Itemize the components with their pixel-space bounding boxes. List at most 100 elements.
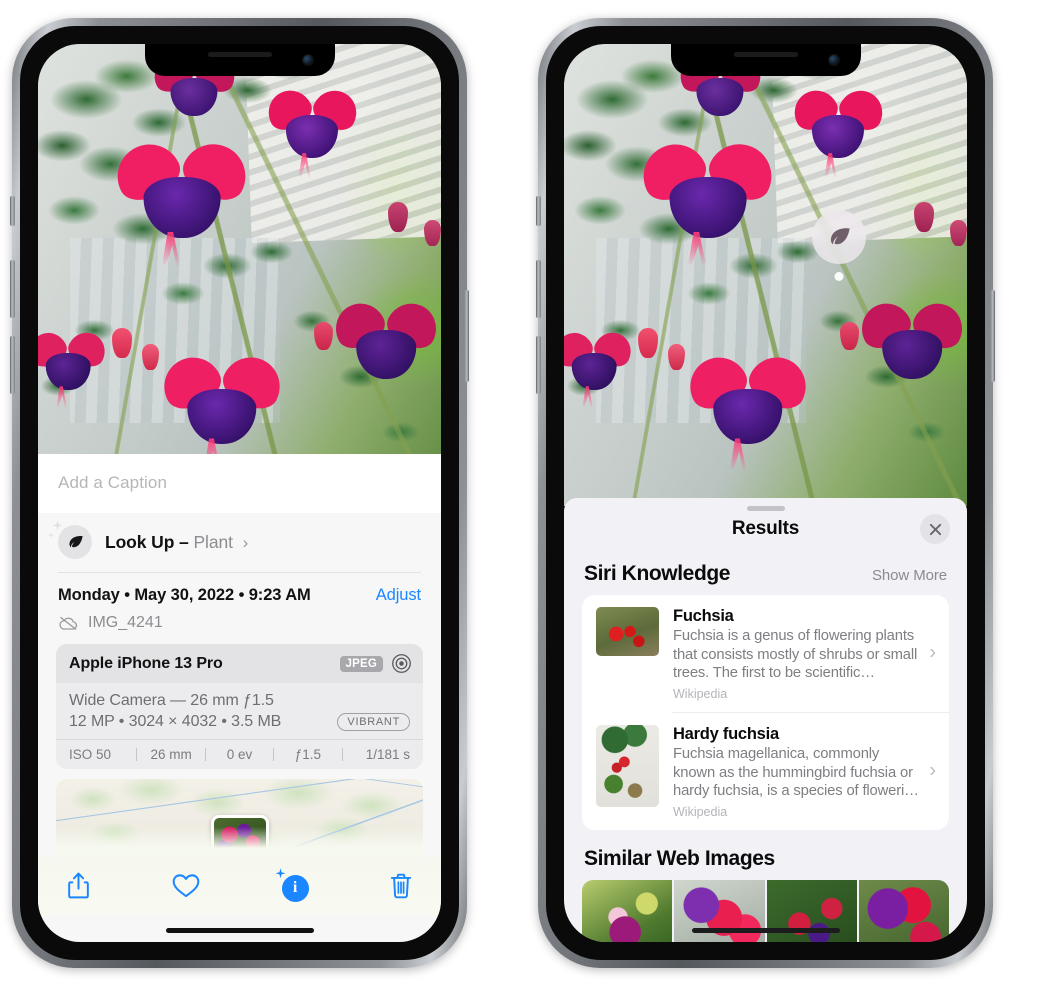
exif-ev: 0 ev (226, 747, 253, 762)
image-size-info: 12 MP • 3024 × 4032 • 3.5 MB (69, 713, 282, 730)
result-thumbnail (596, 607, 659, 656)
flower (166, 354, 278, 472)
flower-bud (638, 328, 658, 358)
home-indicator[interactable] (165, 928, 314, 933)
filename-value: IMG_4241 (88, 614, 163, 631)
flower-bud (950, 220, 967, 246)
photo-viewer[interactable] (564, 44, 967, 506)
flower (864, 300, 960, 384)
exif-aperture: ƒ1.5 (294, 747, 322, 762)
page-title: Results (731, 518, 800, 539)
similar-web-images-header: Similar Web Images (564, 830, 967, 880)
caption-input[interactable]: Add a Caption (38, 454, 441, 513)
flower (38, 330, 104, 409)
flower-bud (840, 322, 859, 350)
result-thumbnail (596, 724, 659, 807)
iphone-device-left: .fl .sep::before,.fl .sep::after{backgro… (10, 18, 469, 968)
leaf-icon[interactable] (812, 210, 866, 264)
photo-viewer[interactable]: .fl .sep::before,.fl .sep::after{backgro… (38, 44, 441, 506)
look-up-label: Look Up – Plant › (105, 532, 248, 553)
flower-bud (112, 328, 132, 358)
flower (564, 330, 630, 409)
leaf-icon (48, 520, 92, 559)
exif-row: ISO 50 26 mm 0 ev ƒ1.5 1/181 s (56, 739, 423, 769)
flower-bud (388, 202, 408, 232)
flower-bud (424, 220, 441, 246)
close-button[interactable] (920, 514, 950, 544)
exif-focal: 26 mm (150, 747, 192, 762)
delete-button[interactable] (389, 872, 413, 905)
front-camera-icon (828, 55, 839, 65)
power-button[interactable] (990, 290, 995, 382)
flower (120, 140, 244, 267)
photo-info-sheet: Add a Caption Look Up – Plant › Monday •… (38, 454, 441, 942)
look-up-anchor-dot (834, 272, 844, 281)
notch (670, 44, 861, 76)
photo-date: Monday • May 30, 2022 • 9:23 AM (58, 586, 311, 604)
look-up-subject: Plant (193, 531, 233, 552)
device-name: Apple iPhone 13 Pro (69, 654, 223, 672)
section-title: Similar Web Images (584, 846, 775, 870)
look-up-row[interactable]: Look Up – Plant › (38, 513, 441, 572)
show-more-button[interactable]: Show More (872, 567, 947, 584)
earpiece-speaker (733, 52, 798, 57)
power-button[interactable] (464, 290, 469, 382)
look-up-title: Look Up – (105, 531, 189, 552)
mute-switch[interactable] (10, 196, 15, 226)
location-map[interactable] (56, 779, 423, 857)
result-text: Hardy fuchsia Fuchsia magellanica, commo… (673, 725, 937, 819)
screen-left: .fl .sep::before,.fl .sep::after{backgro… (38, 44, 441, 942)
results-header: Results (564, 498, 967, 548)
photo-toolbar: i (38, 857, 441, 915)
list-item[interactable]: Fuchsia Fuchsia is a genus of flowering … (582, 595, 949, 712)
chevron-right-icon[interactable]: › (929, 642, 936, 665)
metadata-body: Wide Camera — 26 mm ƒ1.5 12 MP • 3024 × … (56, 683, 423, 739)
mute-switch[interactable] (536, 196, 541, 226)
result-text: Fuchsia Fuchsia is a genus of flowering … (673, 607, 937, 701)
volume-down-button[interactable] (536, 336, 541, 394)
chevron-right-icon[interactable]: › (243, 533, 249, 553)
device-bezel: Results Siri Knowledge Show More Fuchsia… (546, 26, 985, 960)
iphone-device-right: Results Siri Knowledge Show More Fuchsia… (536, 18, 995, 968)
volume-down-button[interactable] (10, 336, 15, 394)
share-icon (68, 872, 89, 899)
result-source: Wikipedia (673, 686, 728, 701)
share-button[interactable] (66, 871, 91, 905)
siri-knowledge-header: Siri Knowledge Show More (564, 548, 967, 595)
result-description: Fuchsia is a genus of flowering plants t… (673, 628, 918, 682)
exif-shutter: 1/181 s (365, 747, 411, 762)
notch (144, 44, 335, 76)
camera-metadata-card: Apple iPhone 13 Pro JPEG Wide Camera — 2… (56, 644, 423, 769)
chevron-right-icon[interactable]: › (929, 760, 936, 783)
map-fade (56, 827, 423, 857)
info-button[interactable]: i (275, 867, 309, 902)
date-row: Monday • May 30, 2022 • 9:23 AM Adjust (38, 573, 441, 614)
photographic-style-badge: VIBRANT (337, 713, 410, 731)
heart-icon (172, 874, 200, 898)
results-sheet: Results Siri Knowledge Show More Fuchsia… (564, 498, 967, 942)
result-title: Hardy fuchsia (673, 724, 779, 743)
volume-up-button[interactable] (10, 260, 15, 318)
flower (796, 88, 880, 179)
aperture-icon[interactable] (391, 653, 412, 674)
front-camera-icon (302, 55, 313, 65)
result-description: Fuchsia magellanica, commonly known as t… (673, 745, 919, 800)
screen-right: Results Siri Knowledge Show More Fuchsia… (564, 44, 967, 942)
leaf-glyph (830, 227, 850, 244)
home-indicator[interactable] (691, 928, 840, 933)
sparkle-icon (48, 532, 54, 539)
cloud-slash-icon (59, 616, 78, 630)
flower-bud (142, 344, 159, 370)
volume-up-button[interactable] (536, 260, 541, 318)
web-image-thumbnail[interactable] (858, 879, 949, 942)
web-image-thumbnail[interactable] (582, 879, 673, 942)
list-item[interactable]: Hardy fuchsia Fuchsia magellanica, commo… (582, 713, 949, 830)
sparkle-icon (52, 520, 63, 531)
format-badge: JPEG (339, 655, 383, 672)
favorite-button[interactable] (171, 872, 201, 904)
adjust-button[interactable]: Adjust (376, 586, 421, 605)
metadata-header: Apple iPhone 13 Pro JPEG (56, 644, 423, 683)
metadata-header-right: JPEG (339, 653, 412, 674)
visual-look-up-badge[interactable] (812, 210, 866, 281)
result-source: Wikipedia (673, 804, 728, 819)
